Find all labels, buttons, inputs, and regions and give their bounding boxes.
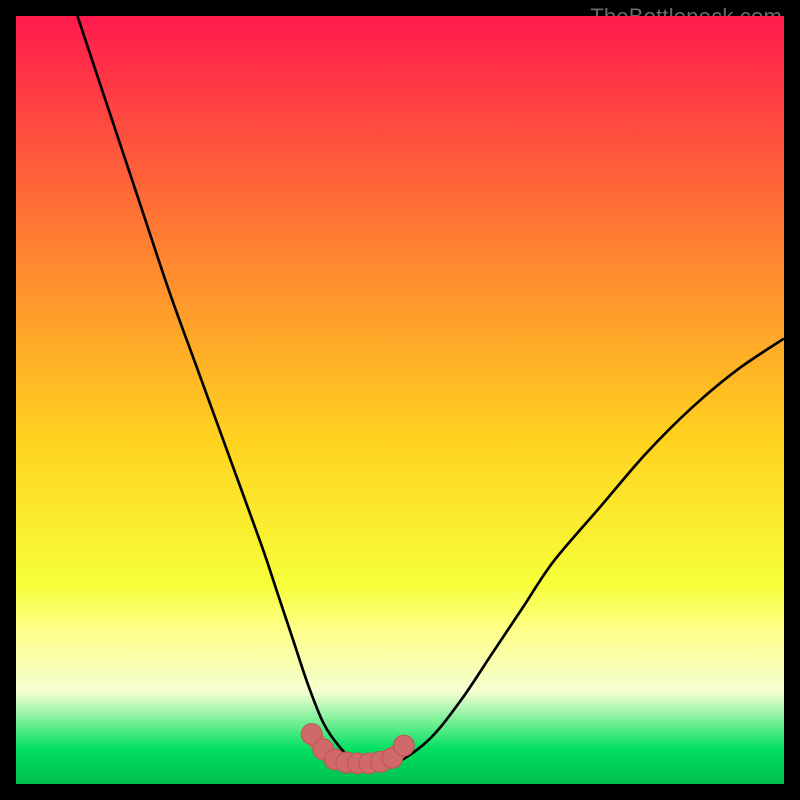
bottleneck-chart — [16, 16, 784, 784]
gradient-background — [16, 16, 784, 784]
chart-container: { "watermark": "TheBottleneck.com", "col… — [0, 0, 800, 800]
highlight-marker — [393, 735, 414, 756]
plot-area — [16, 16, 784, 784]
